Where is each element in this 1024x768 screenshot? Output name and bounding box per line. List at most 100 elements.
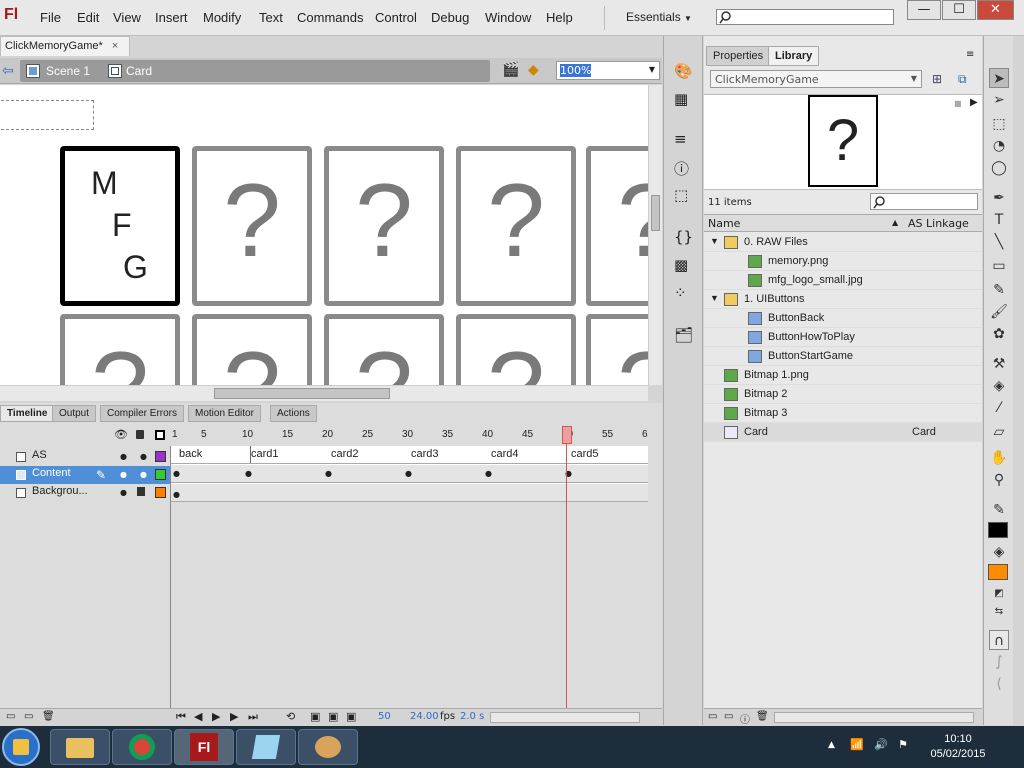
components-icon[interactable]: ▩ xyxy=(674,256,688,274)
library-item[interactable]: ButtonStartGame xyxy=(704,347,982,366)
library-document-select[interactable]: ClickMemoryGame ▼ xyxy=(710,70,922,88)
menu-control[interactable]: Control xyxy=(375,10,417,25)
card-back[interactable]: ? xyxy=(456,314,576,385)
layer-color-swatch[interactable] xyxy=(155,451,166,462)
brush-tool-icon[interactable]: 🖌 xyxy=(989,302,1009,322)
edit-scene-icon[interactable]: 🎬 xyxy=(502,62,520,80)
timeline-scrollbar[interactable] xyxy=(490,712,640,723)
library-search-input[interactable] xyxy=(870,193,978,210)
lock-dot[interactable]: ● xyxy=(140,470,147,479)
library-item[interactable]: Card Card xyxy=(704,423,982,442)
library-item[interactable]: Bitmap 1.png xyxy=(704,366,982,385)
frame-row-as[interactable]: back card1 card2 card3 card4 card5 xyxy=(171,446,648,464)
current-frame[interactable]: 50 xyxy=(378,711,391,722)
card-back[interactable]: ? xyxy=(192,146,312,306)
fill-color-swatch[interactable] xyxy=(988,564,1008,580)
menu-debug[interactable]: Debug xyxy=(431,10,469,25)
lock-icon[interactable] xyxy=(137,487,145,496)
text-tool-icon[interactable]: T xyxy=(989,210,1009,230)
sort-icon[interactable]: ▲ xyxy=(892,218,898,227)
stage[interactable]: M F G ? ? ? ? ? ? ? ? ? xyxy=(0,85,648,385)
menu-window[interactable]: Window xyxy=(485,10,531,25)
play-preview-icon[interactable]: ▶ xyxy=(970,97,978,108)
tab-actions[interactable]: Actions xyxy=(270,405,317,422)
card-back[interactable]: ? xyxy=(324,314,444,385)
onion-skin-icon[interactable]: ▣ xyxy=(310,710,320,723)
delete-icon[interactable]: 🗑 xyxy=(756,711,769,722)
menu-commands[interactable]: Commands xyxy=(297,10,363,25)
menu-edit[interactable]: Edit xyxy=(77,10,99,25)
onion-outline-icon[interactable]: ▣ xyxy=(328,710,338,723)
black-white-icon[interactable]: ◩ xyxy=(989,584,1009,604)
lasso-tool-icon[interactable]: ◯ xyxy=(989,158,1009,178)
document-tab[interactable]: ClickMemoryGame* × xyxy=(0,36,130,56)
outline-icon[interactable] xyxy=(155,430,165,440)
menu-insert[interactable]: Insert xyxy=(155,10,188,25)
taskbar-paint-icon[interactable] xyxy=(298,729,358,765)
menu-file[interactable]: File xyxy=(40,10,61,25)
new-folder-icon[interactable]: ▭ xyxy=(724,711,733,722)
action-center-flag-icon[interactable]: ⚑ xyxy=(898,738,908,751)
card-back[interactable]: ? xyxy=(586,314,648,385)
snap-to-objects-icon[interactable]: ∩ xyxy=(989,630,1009,650)
zoom-select[interactable]: 100% ▼ xyxy=(556,61,660,80)
chevron-down-icon[interactable]: ▼ xyxy=(710,293,719,303)
library-folder[interactable]: ▼ 1. UIButtons xyxy=(704,290,982,309)
volume-icon[interactable]: 🔊 xyxy=(874,738,888,751)
smooth-icon[interactable]: ∫ xyxy=(989,652,1009,672)
library-item[interactable]: mfg_logo_small.jpg xyxy=(704,271,982,290)
panel-menu-icon[interactable]: ≡ xyxy=(966,49,974,60)
visibility-dot[interactable]: ● xyxy=(120,470,127,479)
clock[interactable]: 10:10 05/02/2015 xyxy=(928,732,988,762)
scrollbar-thumb[interactable] xyxy=(214,388,390,399)
transform-icon[interactable]: ⬚ xyxy=(674,186,688,204)
library-item[interactable]: Bitmap 2 xyxy=(704,385,982,404)
close-tab-icon[interactable]: × xyxy=(112,40,118,52)
straighten-icon[interactable]: ⟨ xyxy=(989,674,1009,694)
frame-ruler[interactable]: 1 5 10 15 20 25 30 35 40 45 50 55 6 xyxy=(170,426,648,444)
go-to-first-frame-icon[interactable]: ⏮ xyxy=(176,710,186,724)
rectangle-tool-icon[interactable]: ▭ xyxy=(989,256,1009,276)
logo-card[interactable]: M F G xyxy=(60,146,180,306)
info-icon[interactable]: ⓘ xyxy=(674,158,689,179)
library-item[interactable]: Bitmap 3 xyxy=(704,404,982,423)
minimize-button[interactable]: — xyxy=(907,0,941,20)
tab-properties[interactable]: Properties xyxy=(706,46,771,66)
play-icon[interactable]: ▶ xyxy=(212,710,220,723)
card-back[interactable]: ? xyxy=(60,314,180,385)
swatches-icon[interactable]: ▦ xyxy=(674,90,688,108)
hand-tool-icon[interactable]: ✋ xyxy=(989,448,1009,468)
taskbar-flash-icon[interactable]: Fl xyxy=(174,729,234,765)
menu-help[interactable]: Help xyxy=(546,10,573,25)
deco-tool-icon[interactable]: ✿ xyxy=(989,324,1009,344)
edit-symbols-icon[interactable]: ◆ xyxy=(528,62,546,80)
zoom-tool-icon[interactable]: ⚲ xyxy=(989,470,1009,490)
start-button[interactable] xyxy=(2,728,40,766)
taskbar-notepad-icon[interactable] xyxy=(236,729,296,765)
3d-rotation-tool-icon[interactable]: ◔ xyxy=(989,136,1009,156)
card-back[interactable]: ? xyxy=(324,146,444,306)
fill-color-icon[interactable]: ◈ xyxy=(989,542,1009,562)
properties-icon[interactable]: ⓘ xyxy=(740,711,750,726)
column-as-linkage[interactable]: AS Linkage xyxy=(908,217,969,230)
back-arrow-icon[interactable]: ⇦ xyxy=(2,63,14,79)
library-item[interactable]: memory.png xyxy=(704,252,982,271)
pencil-tool-icon[interactable]: ✎ xyxy=(989,280,1009,300)
eraser-tool-icon[interactable]: ▱ xyxy=(989,422,1009,442)
tab-timeline[interactable]: Timeline xyxy=(0,405,55,422)
workspace-switcher[interactable]: Essentials ▼ xyxy=(626,10,692,24)
new-layer-icon[interactable]: ▭ xyxy=(6,711,15,722)
tab-library[interactable]: Library xyxy=(768,46,820,66)
textfield-outline[interactable] xyxy=(0,100,94,130)
card-back[interactable]: ? xyxy=(192,314,312,385)
tab-motion-editor[interactable]: Motion Editor xyxy=(188,405,261,422)
library-folder[interactable]: ▼ 0. RAW Files xyxy=(704,233,982,252)
playhead-handle[interactable] xyxy=(562,426,572,444)
show-hidden-icons[interactable]: ▲ xyxy=(828,740,835,750)
frame-row-background[interactable]: ● xyxy=(171,484,648,502)
go-to-last-frame-icon[interactable]: ⏭ xyxy=(248,710,258,724)
delete-layer-icon[interactable]: 🗑 xyxy=(42,711,55,722)
color-panel-icon[interactable]: 🎨 xyxy=(674,62,693,80)
selection-tool-icon[interactable]: ➤ xyxy=(989,68,1009,88)
tab-compiler-errors[interactable]: Compiler Errors xyxy=(100,405,185,422)
